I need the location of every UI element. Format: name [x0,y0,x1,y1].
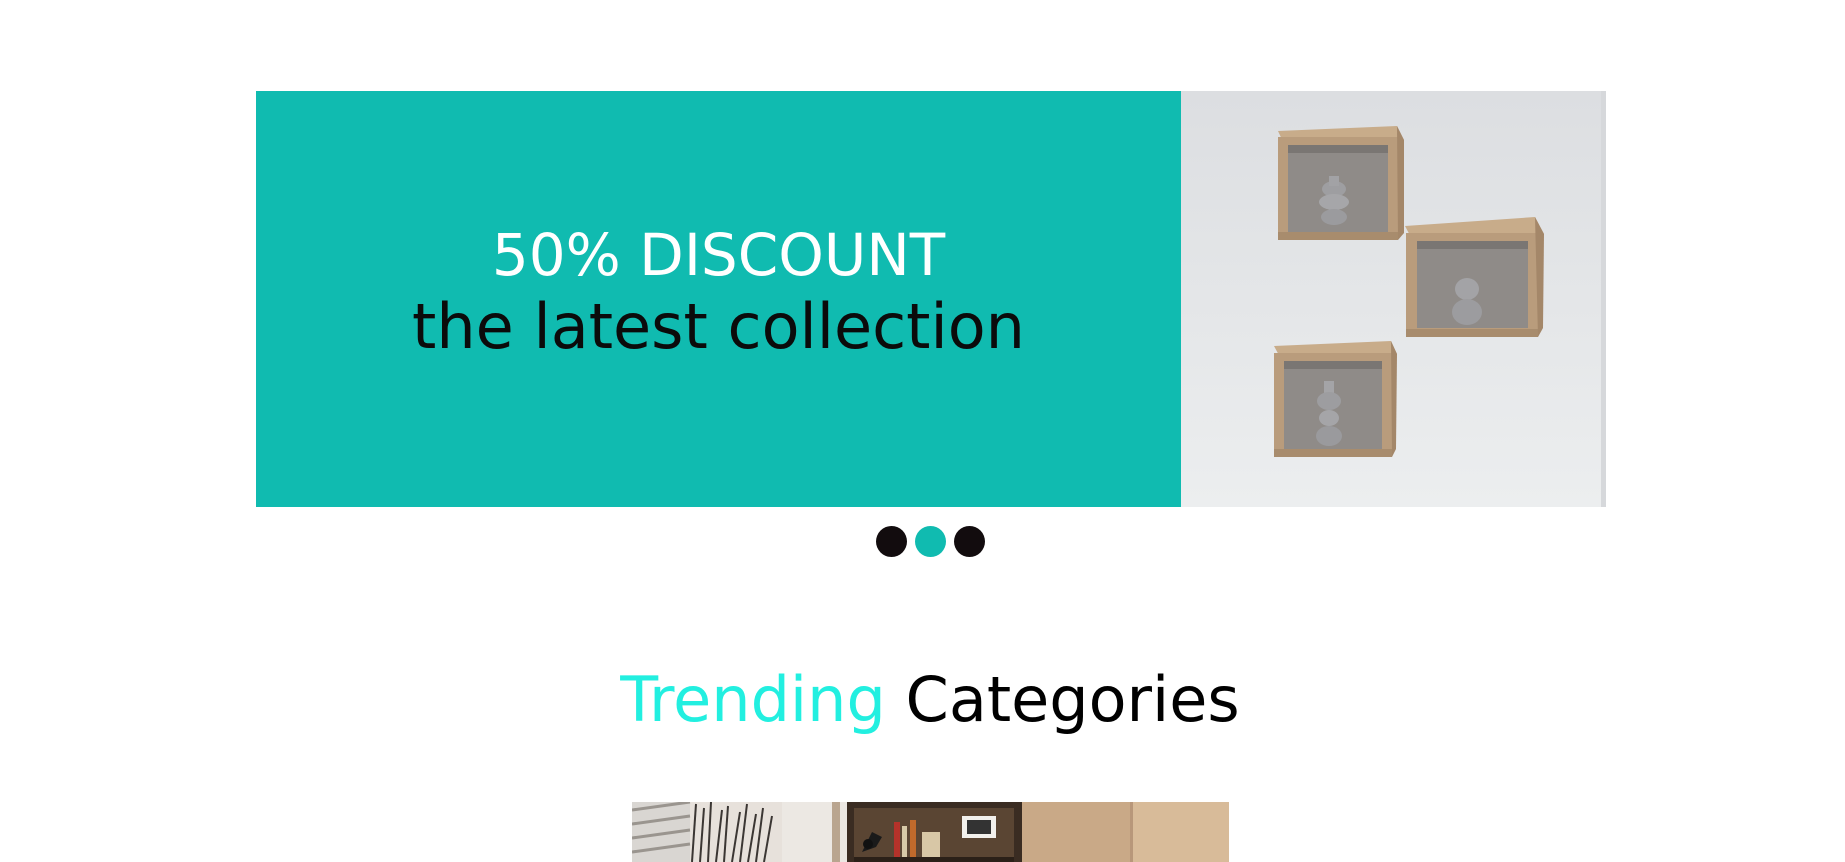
hero-promo-text: 50% DISCOUNT the latest collection [256,219,1181,363]
shelf-box-bottom [1274,341,1397,457]
wall-cube-shelves-image [1181,91,1606,507]
page: 50% DISCOUNT the latest collection Trend… [0,0,1845,862]
home-office-shelf-image [632,802,1229,862]
hero-collection-text: the latest collection [412,290,1025,363]
shelf-box-top [1278,126,1404,240]
shelf-box-middle [1405,217,1544,337]
slider-dot-2-active[interactable] [915,526,946,557]
slider-dot-3[interactable] [954,526,985,557]
hero-banner[interactable]: 50% DISCOUNT the latest collection [256,91,1606,507]
slider-dots [876,526,985,557]
section-title: Trending Categories [0,660,1845,740]
hero-discount-text: 50% DISCOUNT [491,221,946,289]
section-title-main: Categories [905,663,1240,736]
slider-dot-1[interactable] [876,526,907,557]
shelves-illustration [1181,91,1606,507]
hero-promo-panel: 50% DISCOUNT the latest collection [256,91,1181,507]
section-title-accent: Trending [620,663,886,736]
category-card-image[interactable] [632,802,1229,862]
